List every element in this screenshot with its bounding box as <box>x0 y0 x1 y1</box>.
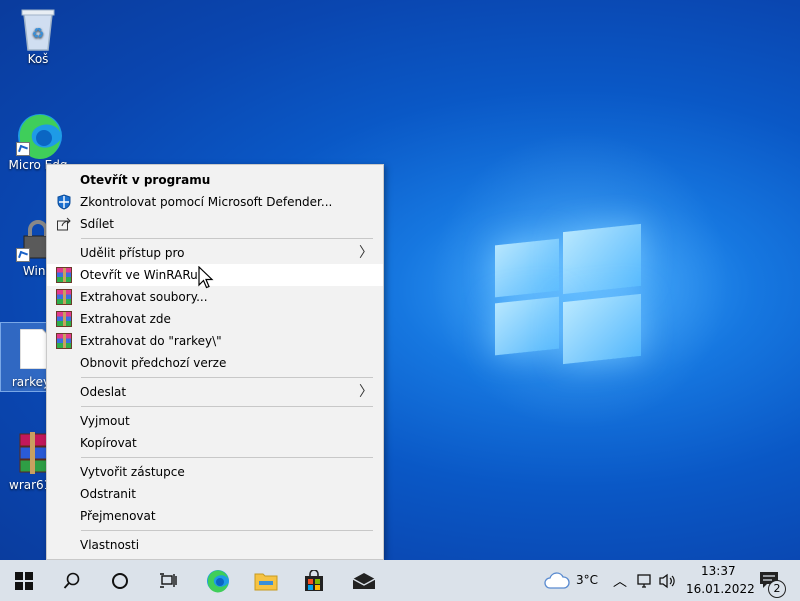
share-icon <box>56 216 72 232</box>
start-button[interactable] <box>0 560 48 601</box>
chevron-right-icon: 〉 <box>359 245 373 261</box>
winrar-icon <box>56 311 72 327</box>
taskbar-store-button[interactable] <box>290 560 338 601</box>
menu-item-share[interactable]: Sdílet <box>47 213 383 235</box>
notification-badge: 2 <box>768 580 786 598</box>
mail-icon <box>352 572 376 589</box>
menu-separator <box>81 238 373 239</box>
desktop-icon-label: Koš <box>27 52 49 66</box>
edge-icon <box>16 112 62 160</box>
task-view-icon <box>160 572 177 588</box>
menu-item-restore-versions[interactable]: Obnovit předchozí verze <box>47 352 383 374</box>
weather-widget[interactable] <box>542 560 572 601</box>
menu-item-create-shortcut[interactable]: Vytvořit zástupce <box>47 461 383 483</box>
menu-item-send-to[interactable]: Odeslat 〉 <box>47 381 383 403</box>
clock-date[interactable]: 16.01.2022 <box>686 582 755 596</box>
defender-shield-icon <box>56 194 72 210</box>
desktop-icon-recycle-bin[interactable]: ♻ Koš <box>8 6 68 66</box>
action-center-button[interactable]: 2 <box>754 560 786 601</box>
recycle-bin-icon: ♻ <box>16 6 60 51</box>
svg-text:♻: ♻ <box>32 26 45 42</box>
speaker-icon <box>659 573 675 588</box>
menu-item-delete[interactable]: Odstranit <box>47 483 383 505</box>
taskbar-file-explorer-button[interactable] <box>242 560 290 601</box>
network-status[interactable] <box>634 560 656 601</box>
menu-item-properties[interactable]: Vlastnosti <box>47 534 383 556</box>
menu-item-scan-defender[interactable]: Zkontrolovat pomocí Microsoft Defender..… <box>47 191 383 213</box>
menu-separator <box>81 530 373 531</box>
menu-item-extract-files[interactable]: Extrahovat soubory... <box>47 286 383 308</box>
menu-separator <box>81 406 373 407</box>
task-view-button[interactable] <box>144 560 192 601</box>
menu-separator <box>81 457 373 458</box>
cortana-circle-icon <box>112 572 128 589</box>
network-monitor-icon <box>637 573 651 588</box>
cortana-button[interactable] <box>96 560 144 601</box>
weather-temperature[interactable]: 3°C <box>576 573 598 587</box>
menu-item-copy[interactable]: Kopírovat <box>47 432 383 454</box>
mouse-cursor-icon <box>198 266 214 289</box>
shortcut-arrow-icon <box>16 248 30 262</box>
winrar-icon <box>56 333 72 349</box>
menu-item-extract-here[interactable]: Extrahovat zde <box>47 308 383 330</box>
menu-item-give-access[interactable]: Udělit přístup pro 〉 <box>47 242 383 264</box>
menu-separator <box>81 377 373 378</box>
edge-icon <box>207 569 229 593</box>
taskbar-mail-button[interactable] <box>340 560 388 601</box>
menu-item-open-in-program[interactable]: Otevřít v programu <box>47 169 383 191</box>
show-hidden-icons-button[interactable]: ︿ <box>610 560 630 601</box>
context-menu: Otevřít v programu Zkontrolovat pomocí M… <box>46 164 384 560</box>
cloud-icon <box>544 571 570 589</box>
chevron-up-icon: ︿ <box>613 573 627 590</box>
windows-start-icon <box>15 571 33 590</box>
chevron-right-icon: 〉 <box>359 384 373 400</box>
menu-item-open-winrar[interactable]: Otevřít ve WinRARu <box>47 264 383 286</box>
menu-item-extract-to[interactable]: Extrahovat do "rarkey\" <box>47 330 383 352</box>
desktop-icon-edge[interactable]: Micro Edg <box>8 112 68 172</box>
shortcut-arrow-icon <box>16 142 30 156</box>
windows-logo-wallpaper <box>495 223 643 365</box>
clock-time[interactable]: 13:37 <box>701 564 736 578</box>
menu-item-cut[interactable]: Vyjmout <box>47 410 383 432</box>
search-icon <box>63 572 80 589</box>
store-bag-icon <box>305 569 323 591</box>
winrar-icon <box>56 289 72 305</box>
volume-control[interactable] <box>656 560 678 601</box>
folder-icon <box>254 573 278 590</box>
search-button[interactable] <box>48 560 96 601</box>
winrar-icon <box>56 267 72 283</box>
taskbar: 3°C ︿ 13:37 16.01.2022 2 <box>0 560 800 601</box>
taskbar-edge-button[interactable] <box>194 560 242 601</box>
menu-item-rename[interactable]: Přejmenovat <box>47 505 383 527</box>
